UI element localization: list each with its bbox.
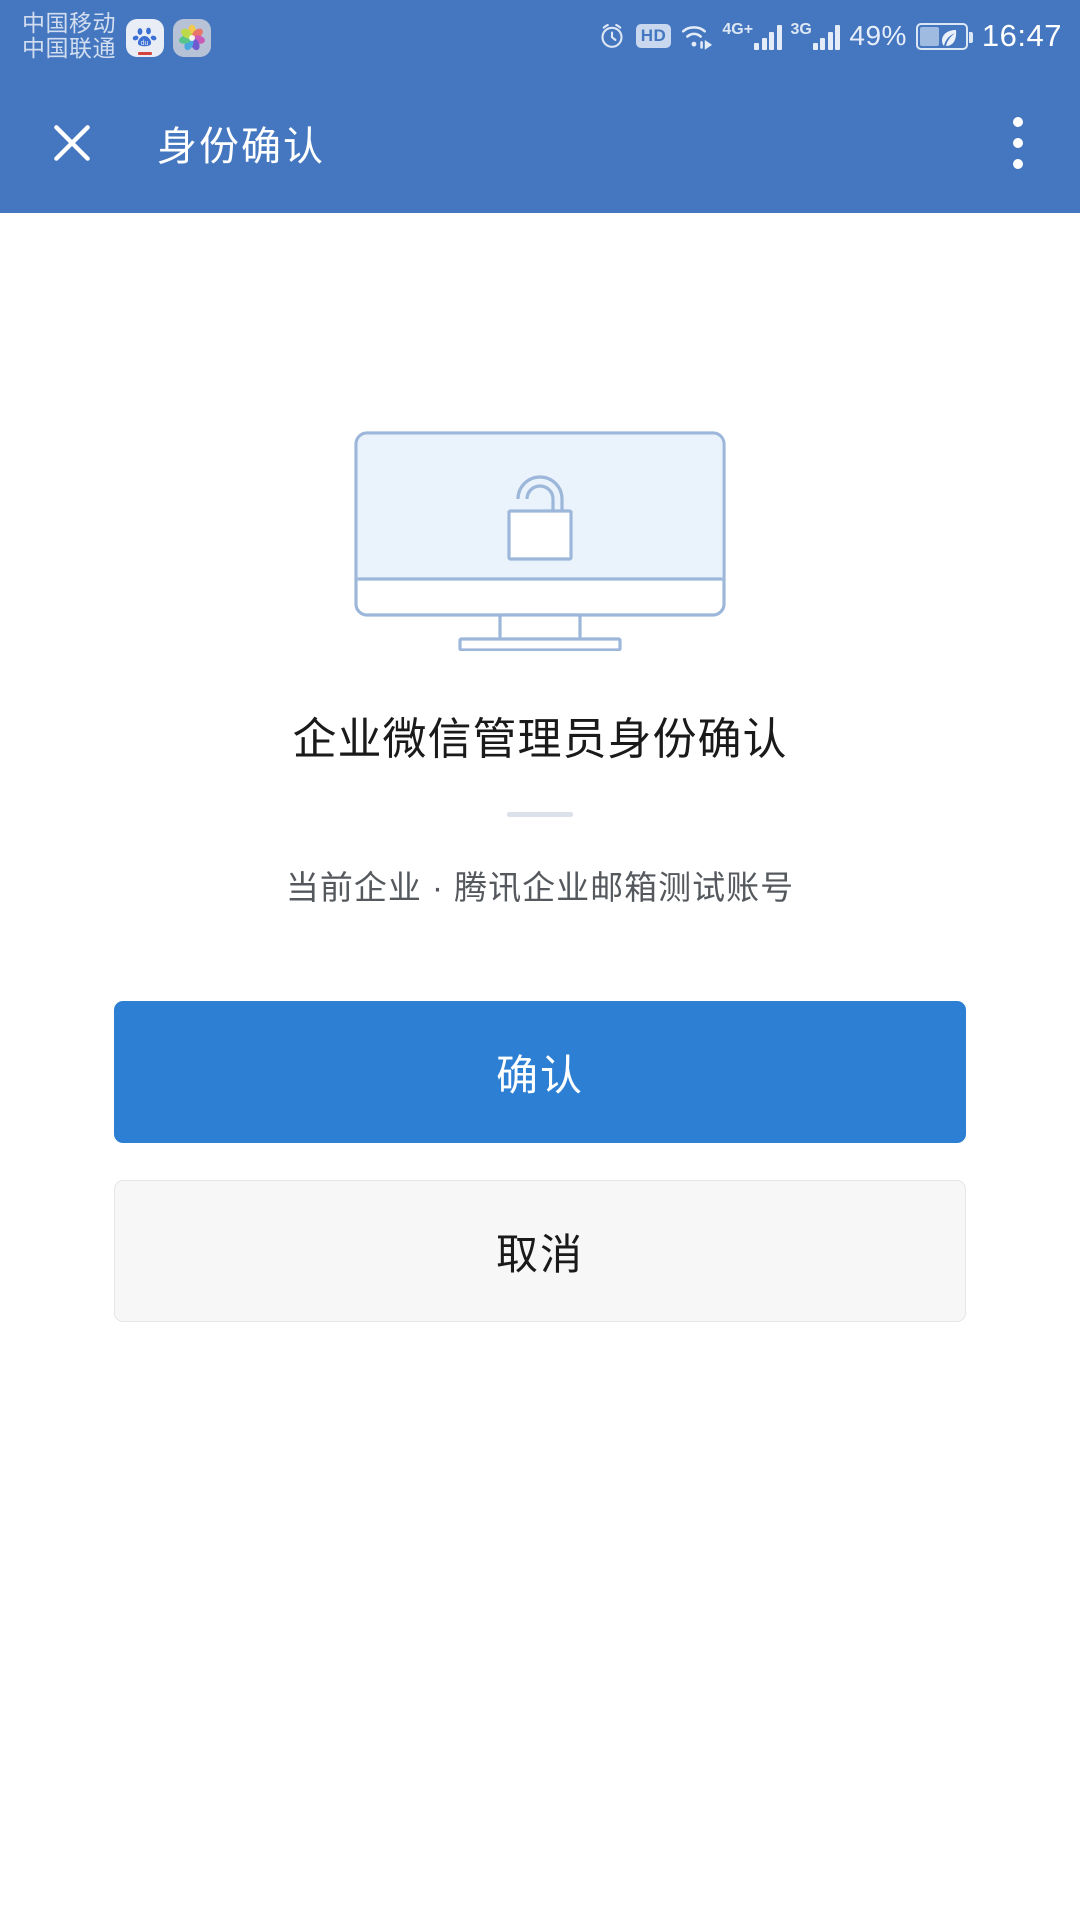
- app-bar: 身份确认: [0, 72, 1080, 213]
- baidu-app-icon: du: [126, 19, 164, 57]
- wifi-icon: [680, 21, 713, 51]
- battery-percent-label: 49%: [849, 20, 907, 51]
- carrier-labels: 中国移动 中国联通: [22, 11, 116, 61]
- svg-text:du: du: [141, 40, 149, 47]
- status-clock: 16:47: [981, 18, 1062, 53]
- monitor-with-lock-illustration: [354, 431, 726, 656]
- main-content: 企业微信管理员身份确认 当前企业 · 腾讯企业邮箱测试账号 确认 取消: [0, 213, 1080, 1322]
- hd-voice-icon: HD: [635, 24, 672, 48]
- alarm-clock-icon: [597, 21, 627, 51]
- status-indicators: HD 4G+ 3G 49% 16:47: [597, 18, 1062, 54]
- close-icon[interactable]: [42, 113, 102, 173]
- current-enterprise-label: 当前企业 · 腾讯企业邮箱测试账号: [285, 869, 795, 906]
- carrier-label-1: 中国移动: [22, 10, 116, 37]
- battery-power-saving-icon: [915, 22, 973, 50]
- confirm-button[interactable]: 确认: [114, 1001, 966, 1143]
- cancel-button[interactable]: 取消: [114, 1180, 966, 1322]
- status-bar: 中国移动 中国联通 du HD 4G+ 3G 49% 16:47: [0, 0, 1080, 72]
- signal-bars-4g: [754, 24, 782, 50]
- signal-bars-3g: [812, 24, 841, 50]
- title-divider: [507, 812, 573, 817]
- page-title: 身份确认: [157, 124, 325, 169]
- network-label-4g: 4G+: [722, 21, 754, 38]
- network-indicator-3g: 3G: [791, 22, 841, 50]
- network-label-3g: 3G: [790, 21, 812, 38]
- network-indicator-4g: 4G+: [722, 21, 782, 50]
- more-vertical-icon[interactable]: [986, 103, 1050, 183]
- carrier-label-2: 中国联通: [22, 35, 116, 61]
- confirmation-title: 企业微信管理员身份确认: [292, 715, 788, 764]
- photos-app-icon: [173, 19, 211, 57]
- notification-icons: du: [126, 19, 211, 57]
